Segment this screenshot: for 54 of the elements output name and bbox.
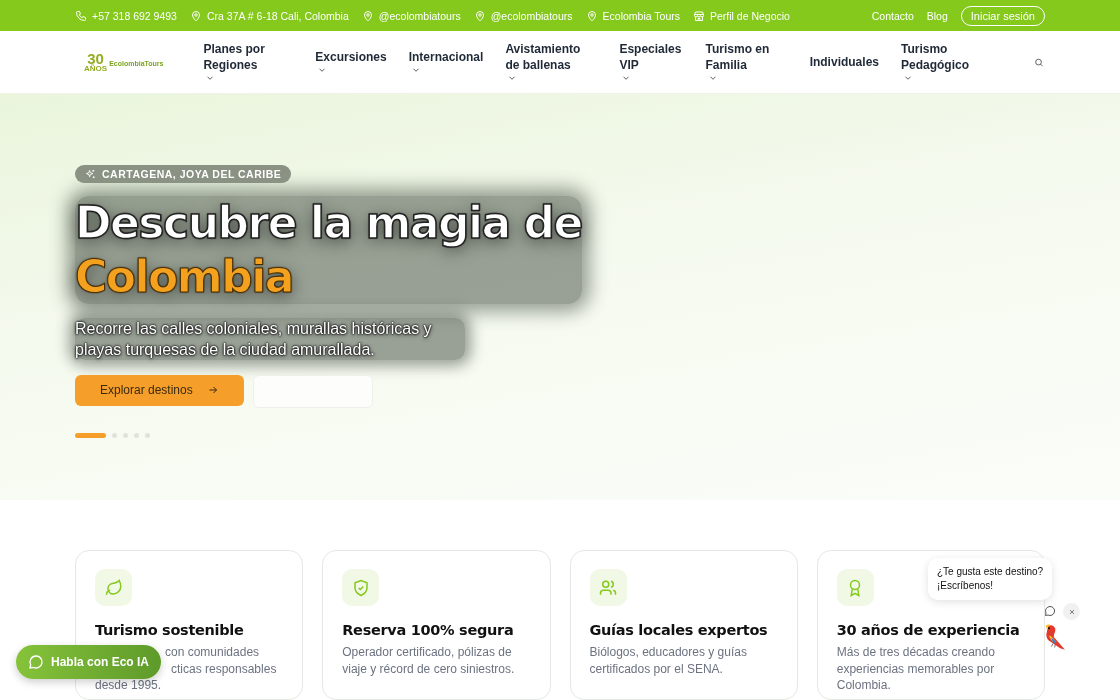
shield-check-icon [351,578,370,597]
carousel-indicator[interactable] [75,432,106,438]
nav-menu-item[interactable]: Turismo en Familia [705,41,788,83]
feature-title: 30 años de experiencia [836,622,1021,638]
carousel-indicator[interactable] [123,432,128,438]
location-badge: CARTAGENA, JOYA DEL CARIBE [75,165,292,183]
feature-description: certificados por el SENA. [589,660,723,677]
contact-text[interactable]: Cra 37A # 6-18 Cali, Colombia [206,9,349,22]
nav-menu-item[interactable]: Excursiones [315,42,387,82]
contact-text[interactable]: @ecolombiatours [378,9,461,22]
sparkle-icon [85,168,96,180]
feature-description: Biólogos, educadores y guías [589,644,747,661]
feature-title: Guías locales expertos [589,622,769,638]
location-pin-icon [473,9,486,22]
location-pin-icon [189,9,202,22]
nav-menu-item[interactable]: Turismo Pedagógico [901,41,991,83]
carousel-indicator[interactable] [134,432,139,438]
hero-subtitle: Recorre las calles coloniales, murallas históricas y playas turquesas de la ciudad amurallada. [75,317,465,360]
people-icon [599,578,617,597]
contact-text[interactable]: Ecolombia Tours [602,9,680,22]
blank-button[interactable] [252,374,373,408]
top-link[interactable]: Blog [926,9,948,22]
feature-description: Colombia. [836,677,891,694]
nav-menu-item[interactable]: Especiales VIP [619,41,684,83]
nav-menu-item[interactable]: Individuales [809,42,879,82]
explore-button[interactable]: Explorar destinos [75,374,244,406]
phone-icon [75,9,87,22]
contact-text[interactable]: Perfil de Negocio [710,9,790,22]
carousel-indicator[interactable] [112,432,117,438]
chat-prompt-bubble: ¿Te gusta este destino? ¡Escríbenos! [928,558,1053,600]
chat-assistant-button[interactable]: Habla con Eco IA [16,645,162,679]
contact-text[interactable]: +57 318 692 9493 [92,9,177,22]
top-link[interactable]: Contacto [871,9,914,22]
nav-menu-item[interactable]: Avistamiento de ballenas [505,41,598,83]
nav-menu-item[interactable]: Planes por Regiones [203,41,294,83]
location-pin-icon [361,9,374,22]
carousel-indicator[interactable] [145,432,150,438]
close-button[interactable] [1063,603,1080,620]
feature-description: cticas responsables [171,660,277,677]
close-icon [1067,607,1076,616]
feature-title: Turismo sostenible [95,622,245,638]
feature-description: viaje y récord de cero siniestros. [342,660,515,677]
feature-description: experiencias memorables por [836,660,995,677]
store-icon [693,9,705,22]
feature-description: desde 1995. [95,677,162,694]
chat-bubble-icon [28,654,44,670]
feature-description: con comunidades [165,644,260,661]
contact-text[interactable]: @ecolombiatours [490,9,573,22]
feature-title: Reserva 100% segura [342,622,515,638]
feature-description: Más de tres décadas creando [836,644,995,661]
feature-description: Operador certificado, pólizas de [342,644,512,661]
leaf-icon [104,578,123,597]
nav-menu-item[interactable]: Internacional [408,42,484,82]
location-pin-icon [585,9,598,22]
